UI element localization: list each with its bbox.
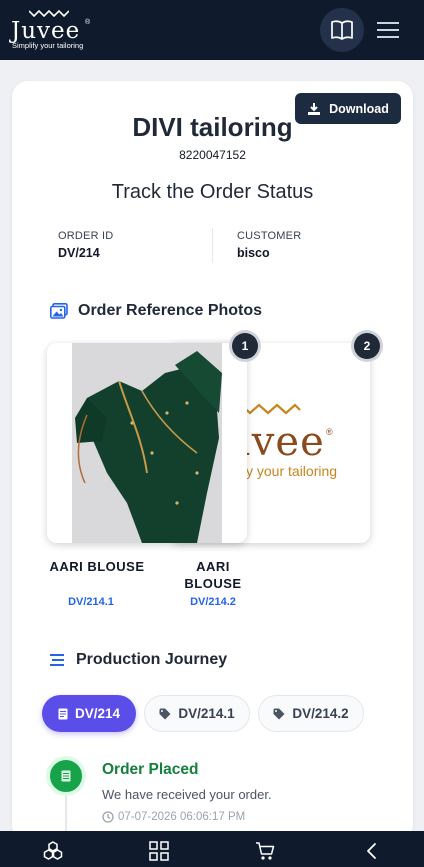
list-icon — [50, 654, 64, 666]
tag-icon — [159, 708, 171, 719]
logo-tagline: Simplify your tailoring — [12, 41, 84, 50]
photo-2-code[interactable]: DV/214.2 — [169, 596, 257, 608]
cubes-icon — [43, 841, 63, 860]
photos-heading-text: Order Reference Photos — [78, 302, 263, 319]
photo-2-registered-mark: ® — [326, 427, 333, 437]
clock-icon — [102, 811, 114, 823]
journey-heading-text: Production Journey — [76, 651, 228, 668]
menu-icon — [377, 22, 399, 38]
nav-cart-button[interactable] — [254, 840, 276, 862]
timeline-status-dot — [46, 756, 86, 796]
customer-value: bisco — [237, 246, 270, 260]
cart-icon — [256, 842, 275, 860]
timeline-line — [65, 790, 67, 835]
logo-wave-mark — [29, 9, 69, 18]
page-title: Track the Order Status — [111, 181, 314, 203]
photo-1-code[interactable]: DV/214.1 — [47, 596, 135, 608]
back-icon — [367, 843, 376, 859]
nav-grid-button[interactable] — [148, 840, 170, 862]
order-id-value: DV/214 — [58, 246, 100, 260]
tag-icon — [273, 708, 285, 719]
shop-phone: 8220047152 — [179, 148, 246, 162]
registered-mark: ® — [85, 19, 91, 26]
photo-1-title: AARI BLOUSE — [49, 559, 145, 574]
photo-1-badge: 1 — [232, 333, 258, 359]
chip-order-main[interactable]: DV/214 — [42, 695, 136, 732]
chip-item-2[interactable]: DV/214.2 — [258, 695, 364, 732]
shop-name: DIVI tailoring — [132, 112, 293, 142]
event-timestamp: 07-07-2026 06:06:17 PM — [102, 811, 245, 823]
nav-back-button[interactable] — [361, 840, 383, 862]
reference-photo-1[interactable] — [47, 343, 247, 543]
meta-divider — [212, 228, 213, 263]
catalog-button[interactable] — [320, 8, 364, 52]
order-id-label: ORDER ID — [58, 230, 114, 242]
chip-item-1-label: DV/214.1 — [178, 706, 235, 721]
book-icon — [331, 20, 353, 40]
event-description: We have received your order. — [102, 787, 272, 802]
event-title: Order Placed — [102, 761, 199, 778]
top-bar: Juvee ® Simplify your tailoring — [0, 0, 424, 60]
photo-2-badge: 2 — [354, 333, 380, 359]
chip-item-1[interactable]: DV/214.1 — [144, 695, 250, 732]
journey-heading: Production Journey — [50, 651, 227, 669]
nav-cubes-button[interactable] — [42, 840, 64, 862]
chip-item-2-label: DV/214.2 — [292, 706, 349, 721]
photo-2-title: AARI BLOUSE — [184, 559, 242, 591]
menu-button[interactable] — [372, 14, 404, 46]
clipboard-icon — [61, 770, 71, 782]
customer-label: CUSTOMER — [237, 230, 302, 242]
photos-heading: Order Reference Photos — [50, 302, 262, 320]
image-icon — [50, 303, 68, 319]
chip-order-main-label: DV/214 — [74, 706, 121, 721]
document-icon — [58, 708, 68, 719]
event-timestamp-text: 07-07-2026 06:06:17 PM — [118, 811, 246, 823]
juvee-logo[interactable]: Juvee ® Simplify your tailoring — [11, 8, 91, 52]
blouse-photo — [47, 343, 247, 543]
bottom-nav — [0, 831, 424, 867]
grid-icon — [149, 841, 169, 861]
